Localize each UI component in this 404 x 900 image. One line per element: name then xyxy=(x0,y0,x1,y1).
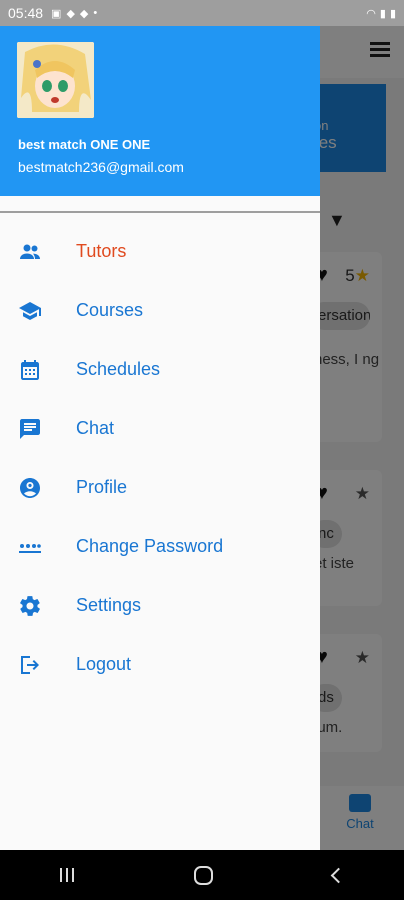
image-icon: ▣ xyxy=(51,7,62,20)
dot-icon: • xyxy=(93,6,98,19)
password-icon xyxy=(0,535,76,559)
recents-icon[interactable] xyxy=(60,868,74,882)
user-name: best match ONE ONE xyxy=(18,137,151,152)
menu-item-label: Logout xyxy=(76,654,132,674)
twitter-icon: ◆ xyxy=(66,7,75,20)
status-bar: 05:48 ▣ ◆ ◆ • ◠ ▮ ▮ xyxy=(0,0,404,26)
menu-item-chat[interactable]: Chat xyxy=(0,399,320,458)
divider xyxy=(0,211,320,213)
people-icon xyxy=(0,240,76,264)
status-time: 05:48 xyxy=(8,5,44,21)
school-icon xyxy=(0,299,76,323)
menu-item-logout[interactable]: Logout xyxy=(0,635,320,694)
menu-item-schedules[interactable]: Schedules xyxy=(0,340,320,399)
menu-item-label: Tutors xyxy=(76,241,127,261)
menu-item-profile[interactable]: Profile xyxy=(0,458,320,517)
logout-icon xyxy=(0,653,76,677)
menu-item-courses[interactable]: Courses xyxy=(0,281,320,340)
notification-icons: ▣ ◆ ◆ • xyxy=(51,7,97,20)
wifi-icon: ◠ xyxy=(366,7,376,20)
twitter-icon: ◆ xyxy=(79,7,89,20)
menu-item-label: Schedules xyxy=(76,359,161,379)
chat-icon xyxy=(0,417,76,441)
system-icons: ◠ ▮ ▮ xyxy=(366,7,396,20)
user-email: bestmatch236@gmail.com xyxy=(18,159,184,175)
menu-item-label: Change Password xyxy=(76,536,224,556)
signal-icon: ▮ xyxy=(379,7,386,20)
menu-item-label: Chat xyxy=(76,418,115,438)
drawer-header: best match ONE ONE bestmatch236@gmail.co… xyxy=(0,26,320,196)
home-icon[interactable] xyxy=(194,865,213,885)
menu-item-label: Courses xyxy=(76,300,144,320)
back-icon[interactable] xyxy=(330,867,347,883)
menu-item-change-password[interactable]: Change Password xyxy=(0,517,320,576)
menu-item-settings[interactable]: Settings xyxy=(0,576,320,635)
menu-item-label: Settings xyxy=(76,595,142,615)
battery-icon: ▮ xyxy=(389,7,396,20)
drawer-menu: Tutors Courses Schedules Chat Profile Ch… xyxy=(0,222,320,694)
system-nav-bar xyxy=(0,850,404,900)
avatar[interactable] xyxy=(17,42,94,118)
navigation-drawer: best match ONE ONE bestmatch236@gmail.co… xyxy=(0,0,320,850)
menu-item-tutors[interactable]: Tutors xyxy=(0,222,320,281)
account-circle-icon xyxy=(0,476,76,500)
gear-icon xyxy=(0,594,76,618)
calendar-icon xyxy=(0,358,76,382)
menu-item-label: Profile xyxy=(76,477,128,497)
